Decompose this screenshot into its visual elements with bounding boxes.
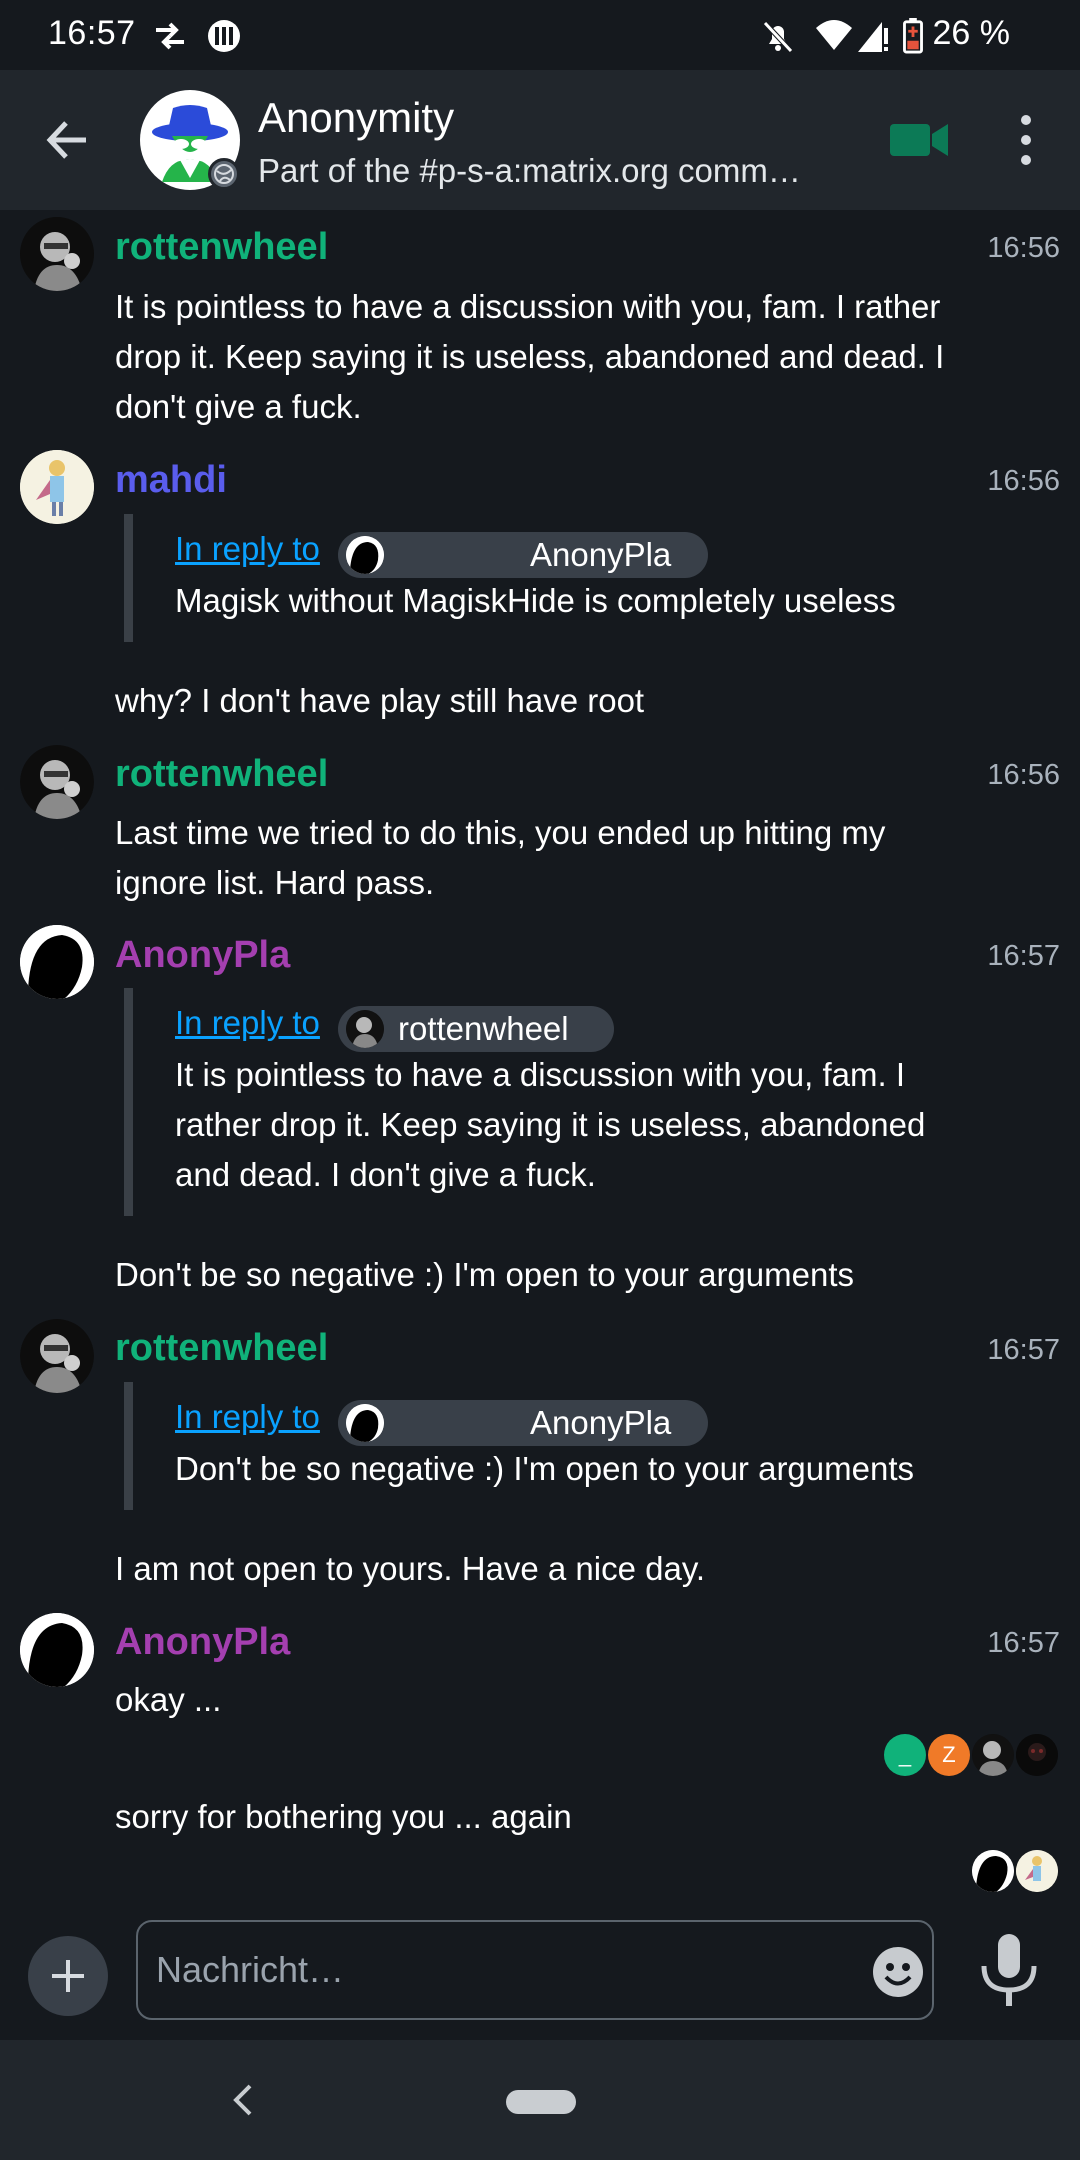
message-body: sorry for bothering you ... again (115, 1798, 572, 1835)
message-timestamp: 16:56 (987, 465, 1060, 497)
in-reply-to-link[interactable]: In reply to (175, 530, 320, 568)
message-timestamp: 16:57 (987, 1627, 1060, 1659)
sender-name[interactable]: mahdi (115, 459, 227, 502)
app-notification-icon (208, 20, 240, 52)
message-timestamp: 16:57 (987, 940, 1060, 972)
message-timestamp: 16:56 (987, 759, 1060, 791)
message-body: Don't be so negative :) I'm open to your… (115, 1256, 855, 1293)
sender-name[interactable]: rottenwheel (115, 226, 328, 269)
room-header: Anonymity Part of the #p-s-a:matrix.org … (0, 70, 1080, 210)
avatar[interactable] (20, 1613, 94, 1687)
more-options-icon[interactable] (1012, 112, 1040, 168)
video-call-icon[interactable] (890, 120, 950, 160)
nav-back-icon[interactable] (222, 2078, 262, 2122)
message-body: It is pointless to have a discussion wit… (115, 288, 945, 425)
back-arrow-icon[interactable] (38, 110, 98, 170)
pill-avatar (346, 1010, 384, 1048)
pill-username: AnonyPla (530, 1404, 672, 1441)
pill-avatar (346, 1404, 384, 1442)
home-pill[interactable] (506, 2090, 576, 2114)
read-receipt-avatar[interactable] (1016, 1734, 1058, 1776)
pill-username: AnonyPla (530, 536, 672, 573)
avatar[interactable] (20, 1319, 94, 1393)
message-timeline[interactable]: rottenwheel 16:56 It is pointless to hav… (0, 210, 1080, 1910)
read-receipt-avatar[interactable] (1016, 1850, 1058, 1892)
battery-percentage: 26 % (932, 14, 1011, 52)
notifications-off-icon (763, 21, 793, 53)
cell-signal-icon (858, 22, 888, 52)
battery-icon (903, 18, 923, 54)
system-navigation-bar (0, 2040, 1080, 2160)
user-pill[interactable]: rottenwheel (338, 1006, 614, 1052)
wifi-icon (816, 20, 852, 50)
microphone-icon[interactable] (976, 1932, 1042, 2008)
avatar[interactable] (20, 450, 94, 524)
pill-username: rottenwheel (398, 1010, 569, 1047)
message-timestamp: 16:57 (987, 1334, 1060, 1366)
message-body: I am not open to yours. Have a nice day. (115, 1550, 706, 1587)
quoted-message: Don't be so negative :) I'm open to your… (175, 1450, 915, 1487)
user-pill[interactable]: AnonyPla (338, 1400, 708, 1446)
room-topic[interactable]: Part of the #p-s-a:matrix.org comm… (258, 152, 838, 190)
emoji-icon[interactable] (872, 1946, 924, 1998)
message-body: okay ... (115, 1681, 222, 1718)
quoted-message: Magisk without MagiskHide is completely … (175, 582, 896, 619)
read-receipt-avatar[interactable]: _ (884, 1734, 926, 1776)
attach-button[interactable] (28, 1936, 108, 2016)
message-timestamp: 16:56 (987, 232, 1060, 264)
data-sync-icon (156, 22, 184, 50)
quote-bar (124, 988, 133, 1216)
quote-bar (124, 514, 133, 642)
sender-name[interactable]: rottenwheel (115, 1327, 328, 1370)
avatar[interactable] (20, 745, 94, 819)
plus-icon (52, 1960, 84, 1992)
space-badge-icon (208, 158, 240, 190)
in-reply-to-link[interactable]: In reply to (175, 1398, 320, 1436)
sender-name[interactable]: AnonyPla (115, 1621, 290, 1664)
status-time: 16:57 (48, 14, 136, 52)
read-receipt-avatar[interactable] (972, 1850, 1014, 1892)
status-bar: 16:57 26 % (0, 0, 1080, 70)
message-input-field[interactable] (136, 1920, 934, 2020)
pill-avatar (346, 536, 384, 574)
message-composer (0, 1910, 1080, 2040)
in-reply-to-link[interactable]: In reply to (175, 1004, 320, 1042)
sender-name[interactable]: AnonyPla (115, 934, 290, 977)
message-input[interactable] (156, 1940, 816, 2000)
quoted-message: It is pointless to have a discussion wit… (175, 1056, 926, 1193)
avatar[interactable] (20, 925, 94, 999)
read-receipt-avatar[interactable]: Z (928, 1734, 970, 1776)
message-body: why? I don't have play still have root (115, 682, 645, 719)
avatar[interactable] (20, 217, 94, 291)
user-pill[interactable]: AnonyPla (338, 532, 708, 578)
message-body: Last time we tried to do this, you ended… (115, 814, 886, 901)
quote-bar (124, 1382, 133, 1510)
read-receipt-avatar[interactable] (972, 1734, 1014, 1776)
sender-name[interactable]: rottenwheel (115, 753, 328, 796)
room-name[interactable]: Anonymity (258, 94, 454, 142)
